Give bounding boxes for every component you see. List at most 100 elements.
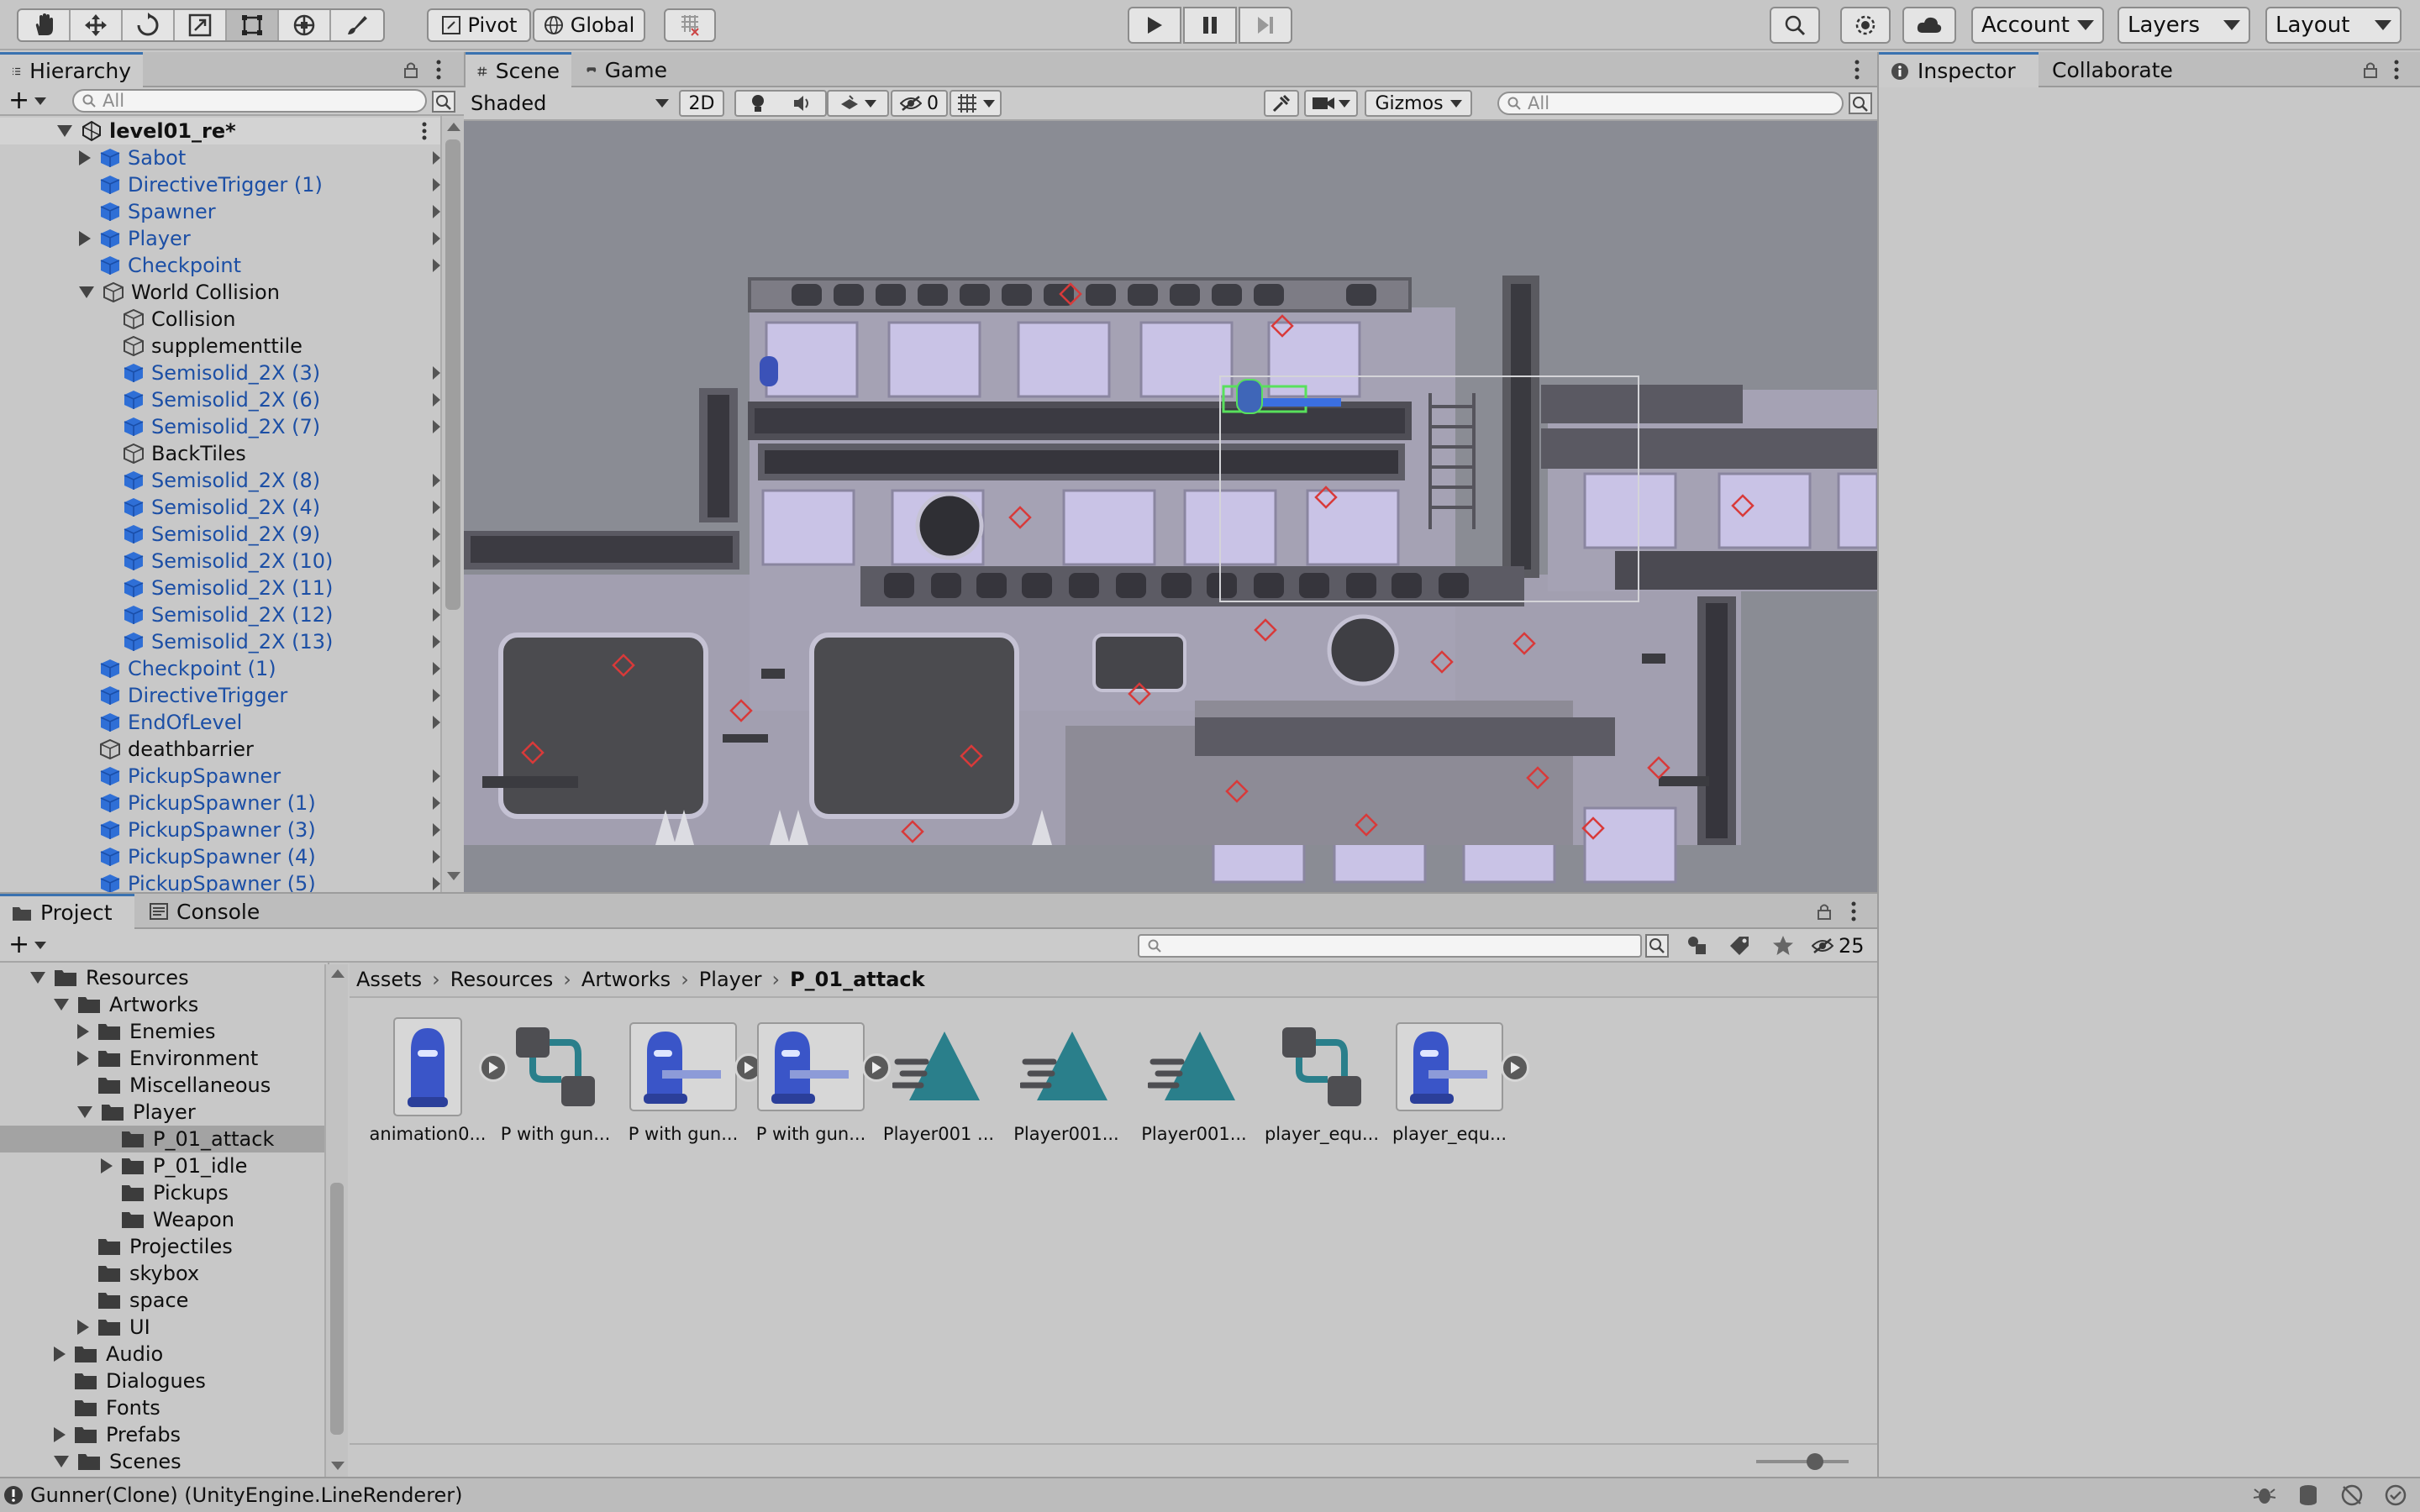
custom-editor-tool-icon[interactable] (331, 10, 383, 40)
folder-item[interactable]: P_01_idle (0, 1152, 324, 1179)
folder-item[interactable]: UI (0, 1314, 324, 1341)
folder-item[interactable]: Environment (0, 1045, 324, 1072)
kebab-menu-icon[interactable] (1852, 59, 1862, 81)
filter-by-type-icon[interactable] (1686, 934, 1709, 958)
bug-icon[interactable] (2252, 1484, 2277, 1506)
pivot-toggle-button[interactable]: Pivot (427, 8, 531, 42)
hierarchy-item[interactable]: PickupSpawner (5) (0, 870, 445, 892)
transform-tool-icon[interactable] (279, 10, 331, 40)
hierarchy-item[interactable]: PickupSpawner (4) (0, 843, 445, 870)
cloud-button[interactable] (1902, 7, 1956, 44)
foldout-closed-icon[interactable] (101, 1158, 113, 1173)
asset-item[interactable]: P with gun... (748, 1016, 891, 1151)
hierarchy-item[interactable]: Semisolid_2X (11) (0, 575, 445, 601)
hierarchy-item[interactable]: BackTiles (0, 440, 445, 467)
chevron-right-icon[interactable] (433, 850, 440, 864)
chevron-right-icon[interactable] (433, 420, 440, 433)
foldout-closed-icon[interactable] (77, 1024, 89, 1039)
mode-2d-toggle[interactable]: 2D (679, 90, 724, 117)
foldout-open-icon[interactable] (77, 1106, 92, 1118)
search-by-type-icon[interactable] (432, 91, 455, 113)
tab-project[interactable]: Project (0, 894, 134, 929)
speaker-icon[interactable] (792, 94, 813, 113)
hierarchy-item[interactable]: supplementtile (0, 333, 445, 360)
chevron-right-icon[interactable] (433, 796, 440, 810)
folder-item[interactable]: Projectiles (0, 1233, 324, 1260)
search-by-type-icon[interactable] (1849, 92, 1872, 114)
create-dropdown-button[interactable]: + (8, 88, 52, 113)
hierarchy-item[interactable]: Player (0, 225, 445, 252)
folder-item[interactable]: Artworks (0, 991, 324, 1018)
hierarchy-item[interactable]: Semisolid_2X (6) (0, 386, 445, 413)
favorite-star-icon[interactable] (1771, 934, 1795, 958)
kebab-menu-icon[interactable] (420, 121, 429, 141)
chevron-right-icon[interactable] (433, 259, 440, 272)
kebab-menu-icon[interactable] (2391, 59, 2402, 81)
hierarchy-item[interactable]: PickupSpawner (0, 763, 445, 790)
chevron-right-icon[interactable] (433, 877, 440, 890)
scale-tool-icon[interactable] (175, 10, 227, 40)
foldout-closed-icon[interactable] (79, 150, 91, 165)
hierarchy-scroll-thumb[interactable] (445, 139, 460, 610)
foldout-closed-icon[interactable] (77, 1320, 89, 1335)
folder-item[interactable]: Resources (0, 964, 324, 991)
rotate-tool-icon[interactable] (123, 10, 175, 40)
folder-item[interactable]: Pickups (0, 1179, 324, 1206)
chevron-right-icon[interactable] (433, 178, 440, 192)
hierarchy-item[interactable]: Checkpoint (1) (0, 655, 445, 682)
asset-item[interactable]: P with gun... (492, 1016, 618, 1151)
asset-item[interactable]: P with gun... (620, 1016, 763, 1151)
services-button[interactable] (1840, 7, 1891, 44)
camera-dropdown[interactable] (1304, 90, 1358, 117)
chevron-right-icon[interactable] (433, 716, 440, 729)
gizmos-dropdown[interactable]: Gizmos (1365, 90, 1472, 117)
breadcrumb-item[interactable]: Player (699, 968, 762, 991)
chevron-right-icon[interactable] (433, 232, 440, 245)
hierarchy-item[interactable]: Semisolid_2X (13) (0, 628, 445, 655)
chevron-right-icon[interactable] (433, 366, 440, 380)
hierarchy-item[interactable]: PickupSpawner (3) (0, 816, 445, 843)
chevron-right-icon[interactable] (433, 151, 440, 165)
folder-item[interactable]: Fonts (0, 1394, 324, 1421)
global-toggle-button[interactable]: Global (533, 8, 645, 42)
lightbulb-icon[interactable] (750, 93, 766, 113)
status-message[interactable]: Gunner(Clone) (UnityEngine.LineRenderer) (30, 1483, 463, 1507)
hierarchy-item[interactable]: Semisolid_2X (4) (0, 494, 445, 521)
tab-scene[interactable]: Scene (466, 52, 571, 87)
hierarchy-scrollbar[interactable] (440, 116, 464, 892)
foldout-open-icon[interactable] (30, 972, 45, 984)
folder-item[interactable]: Weapon (0, 1206, 324, 1233)
scroll-down-icon[interactable] (331, 1462, 345, 1470)
foldout-closed-icon[interactable] (77, 1051, 89, 1066)
folder-item[interactable]: space (0, 1287, 324, 1314)
hierarchy-item[interactable]: deathbarrier (0, 736, 445, 763)
hidden-objects-toggle[interactable]: 0 (891, 90, 948, 117)
hierarchy-item[interactable]: World Collision (0, 279, 445, 306)
hierarchy-item[interactable]: Collision (0, 306, 445, 333)
folder-item[interactable]: Miscellaneous (0, 1072, 324, 1099)
layout-dropdown[interactable]: Layout (2265, 7, 2402, 44)
hierarchy-item[interactable]: DirectiveTrigger (1) (0, 171, 445, 198)
asset-item[interactable]: Player001 ... (876, 1016, 1002, 1151)
breadcrumb-item[interactable]: Resources (450, 968, 554, 991)
scene-search-input[interactable]: All (1497, 92, 1844, 115)
layers-dropdown[interactable]: Layers (2118, 7, 2250, 44)
scene-root-row[interactable]: level01_re* (0, 118, 445, 144)
breadcrumb-item[interactable]: Artworks (581, 968, 671, 991)
database-icon[interactable] (2296, 1484, 2321, 1506)
kebab-menu-icon[interactable] (1849, 900, 1859, 922)
hierarchy-item[interactable]: Semisolid_2X (12) (0, 601, 445, 628)
hierarchy-item[interactable]: Semisolid_2X (10) (0, 548, 445, 575)
account-dropdown[interactable]: Account (1971, 7, 2104, 44)
project-create-button[interactable]: + (8, 932, 52, 958)
scroll-up-icon[interactable] (331, 969, 345, 978)
folder-item[interactable]: Enemies (0, 1018, 324, 1045)
asset-item[interactable]: Player001... (1131, 1016, 1257, 1151)
tab-inspector[interactable]: Inspector (1879, 52, 2039, 87)
asset-item[interactable]: animation0... (365, 1016, 508, 1151)
folder-item[interactable]: Audio (0, 1341, 324, 1368)
lock-icon[interactable] (2361, 60, 2380, 79)
project-search-input[interactable] (1138, 934, 1642, 958)
effects-dropdown[interactable] (827, 90, 889, 117)
chevron-right-icon[interactable] (433, 662, 440, 675)
